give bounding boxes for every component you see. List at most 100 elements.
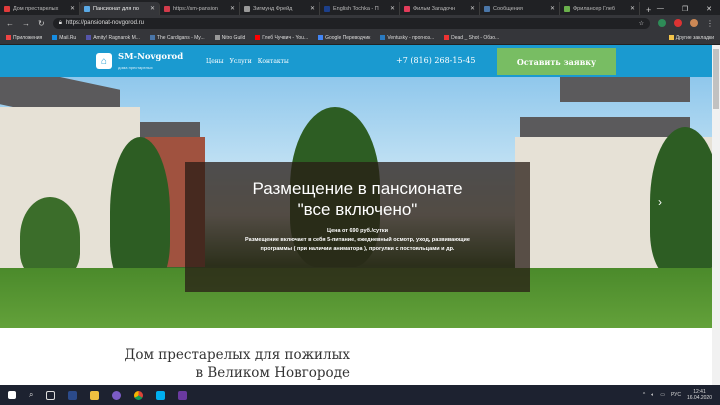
minimize-button[interactable]: — <box>657 5 664 12</box>
brand-name[interactable]: SM-Novgorod <box>118 52 183 62</box>
bookmark-label: Nitro Guild <box>221 34 246 41</box>
menu-icon[interactable]: ⋮ <box>706 19 714 28</box>
bookmark-icon <box>6 34 11 40</box>
favicon-icon <box>4 5 10 12</box>
search-icon[interactable]: ⌕ <box>29 390 33 400</box>
browser-tab[interactable]: Пансионат для по ✕ <box>80 2 160 15</box>
profile-avatar[interactable] <box>690 19 698 27</box>
extension-icon[interactable] <box>658 19 666 27</box>
tray-chevron-icon[interactable]: ^ <box>643 392 645 398</box>
nav-services[interactable]: Услуги <box>230 58 252 65</box>
bookmark-label: Mail.Ru <box>59 34 77 41</box>
scrollbar[interactable] <box>712 45 720 385</box>
photoshop-icon[interactable] <box>68 390 78 400</box>
close-tab-icon[interactable]: ✕ <box>390 5 395 12</box>
bookmark-item[interactable]: Dead _ Shot - Обзо... <box>444 35 499 41</box>
chrome-icon[interactable] <box>134 390 144 400</box>
browser-tab[interactable]: Зигмунд Фрейд ✕ <box>240 2 320 15</box>
site-header: ⌂ SM-Novgorod дома престарелых Цены Услу… <box>0 45 712 77</box>
bookmark-label: Amity! Ragnarok M... <box>93 34 140 41</box>
bookmark-icon <box>444 34 450 40</box>
close-tab-icon[interactable]: ✕ <box>230 5 235 12</box>
bookmark-label: Глеб Чучвич - You... <box>262 34 309 41</box>
bookmark-icon <box>149 34 155 40</box>
close-tab-icon[interactable]: ✕ <box>630 5 635 12</box>
task-view-icon[interactable] <box>46 390 56 400</box>
bookmark-label: Dead _ Shot - Обзо... <box>451 34 500 41</box>
close-tab-icon[interactable]: ✕ <box>70 5 75 12</box>
browser-tab[interactable]: Фрилансер Глеб ✕ <box>560 2 640 15</box>
bookmark-item[interactable]: Ventusky - прогноз... <box>380 35 434 41</box>
browser-tab[interactable]: English Tochka - П ✕ <box>320 2 400 15</box>
notification-icon[interactable]: ▭ <box>660 392 665 398</box>
star-icon[interactable]: ☆ <box>639 20 644 27</box>
bookmark-icon <box>86 34 92 40</box>
phone-number[interactable]: +7 (816) 268-15-45 <box>396 56 475 65</box>
tab-title: Сообщения <box>493 5 523 12</box>
home-logo-icon[interactable]: ⌂ <box>96 53 112 69</box>
file-explorer-icon[interactable] <box>90 390 100 400</box>
back-icon[interactable]: ← <box>6 19 14 28</box>
bookmark-item[interactable]: Глеб Чучвич - You... <box>255 35 308 41</box>
hero-description: программы ( при наличии аниматора ), про… <box>260 246 455 252</box>
bookmark-icon <box>52 34 58 40</box>
brand-subtitle: дома престарелых <box>118 65 153 70</box>
nav-contacts[interactable]: Контакты <box>258 58 289 65</box>
close-tab-icon[interactable]: ✕ <box>550 5 555 12</box>
bookmark-other[interactable]: Другие закладки <box>668 34 714 41</box>
browser-tab[interactable]: Сообщения ✕ <box>480 2 560 15</box>
hero-description: Размещение включает в себя 5-питание, еж… <box>245 237 470 243</box>
bookmark-item[interactable]: Приложения <box>6 35 42 41</box>
bookmark-item[interactable]: Google Переводчик <box>318 35 370 41</box>
hero-title: Размещение в пансионате <box>252 179 463 198</box>
reload-icon[interactable]: ↻ <box>38 19 45 28</box>
browser-tab[interactable]: https://sm-pansion ✕ <box>160 2 240 15</box>
close-tab-icon[interactable]: ✕ <box>150 5 155 12</box>
volume-icon[interactable]: 🔈︎ <box>651 392 654 398</box>
bookmarks-bar: Приложения Mail.Ru Amity! Ragnarok M... The… <box>0 31 720 45</box>
forward-icon[interactable]: → <box>22 19 30 28</box>
extension-icon[interactable] <box>674 19 682 27</box>
maximize-button[interactable]: ❐ <box>682 5 688 13</box>
bookmark-item[interactable]: The Cardigans - My... <box>149 34 205 41</box>
url-input[interactable]: 🔒︎ https://pansionat-novgorod.ru ☆ <box>52 17 650 29</box>
tab-title: Дом престарелых <box>13 5 59 12</box>
bookmark-item[interactable]: Mail.Ru <box>52 35 76 41</box>
next-slide-arrow-icon[interactable]: › <box>658 195 662 209</box>
tab-title: Пансионат для по <box>93 5 139 12</box>
browser-tab[interactable]: Фильм Загадочн ✕ <box>400 2 480 15</box>
lock-icon: 🔒︎ <box>58 19 62 26</box>
bookmark-item[interactable]: Nitro Guild <box>214 34 246 41</box>
bookmark-item[interactable]: Amity! Ragnarok M... <box>86 35 140 41</box>
language-indicator[interactable]: РУС <box>671 392 681 398</box>
folder-icon <box>668 34 674 40</box>
browser-tab[interactable]: Дом престарелых ✕ <box>0 2 80 15</box>
leave-request-button[interactable]: Оставить заявку <box>497 48 616 75</box>
tab-title: English Tochka - П <box>333 5 379 12</box>
bookmark-icon <box>214 34 220 40</box>
favicon-icon <box>84 5 90 12</box>
new-tab-button[interactable]: + <box>646 5 651 15</box>
hero-price: Цена от 690 руб./сутки <box>326 228 388 234</box>
close-tab-icon[interactable]: ✕ <box>310 5 315 12</box>
favicon-icon <box>484 5 490 12</box>
bookmark-icon <box>380 34 386 40</box>
favicon-icon <box>404 5 410 12</box>
close-window-button[interactable]: ✕ <box>706 5 712 13</box>
bookmark-label: Ventusky - прогноз... <box>387 34 435 41</box>
close-tab-icon[interactable]: ✕ <box>470 5 475 12</box>
viber-icon[interactable] <box>112 390 122 400</box>
clock[interactable]: 12:41 16.04.2020 <box>687 389 712 401</box>
app-icon[interactable] <box>178 390 188 400</box>
skype-icon[interactable] <box>156 390 166 400</box>
section-title-line: в Великом Новгороде <box>195 365 350 381</box>
favicon-icon <box>564 5 570 12</box>
tab-title: Фрилансер Глеб <box>573 5 616 12</box>
bookmark-label: Google Переводчик <box>325 34 371 41</box>
windows-start-icon[interactable] <box>8 391 16 399</box>
bookmark-icon <box>318 34 324 40</box>
bookmark-label: Приложения <box>13 34 43 41</box>
tab-title: Зигмунд Фрейд <box>253 5 293 12</box>
nav-prices[interactable]: Цены <box>206 58 224 65</box>
hero-caption: Размещение в пансионате "все включено" Це… <box>185 162 530 292</box>
